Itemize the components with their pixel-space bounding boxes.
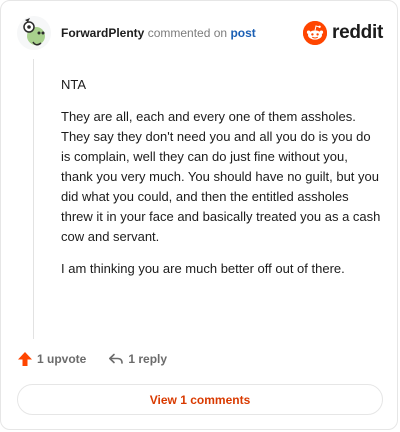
upvote-arrow-icon	[18, 352, 32, 366]
comment-paragraph: NTA	[61, 77, 87, 92]
comment-embed-card: ForwardPlenty commented on post reddit N…	[0, 0, 398, 430]
post-link[interactable]: post	[230, 26, 255, 40]
upvote-count: 1 upvote	[37, 352, 87, 366]
thread-line	[33, 59, 34, 339]
commented-on-text: commented on	[147, 26, 228, 40]
reply-arrow-icon	[109, 353, 124, 364]
view-comments-button[interactable]: View 1 comments	[17, 384, 383, 415]
comment-paragraph: I am thinking you are much better off ou…	[61, 261, 345, 276]
byline: ForwardPlenty commented on post	[61, 26, 256, 40]
reply-count: 1 reply	[128, 352, 168, 366]
reply-button[interactable]: 1 reply	[108, 351, 167, 367]
comment-body: NTA They are all, each and every one of …	[61, 75, 383, 291]
comment-paragraph: They are all, each and every one of them…	[61, 109, 381, 244]
reddit-logo[interactable]: reddit	[303, 20, 383, 46]
username-link[interactable]: ForwardPlenty	[61, 26, 144, 40]
upvote-button[interactable]: 1 upvote	[17, 351, 86, 367]
comment-header: ForwardPlenty commented on post reddit	[17, 16, 383, 52]
comment-actions: 1 upvote 1 reply	[17, 349, 189, 369]
reddit-logo-icon	[303, 21, 328, 45]
reddit-wordmark: reddit	[332, 22, 383, 43]
view-comments-label: View 1 comments	[149, 392, 251, 407]
snoo-avatar-icon[interactable]	[17, 16, 51, 50]
